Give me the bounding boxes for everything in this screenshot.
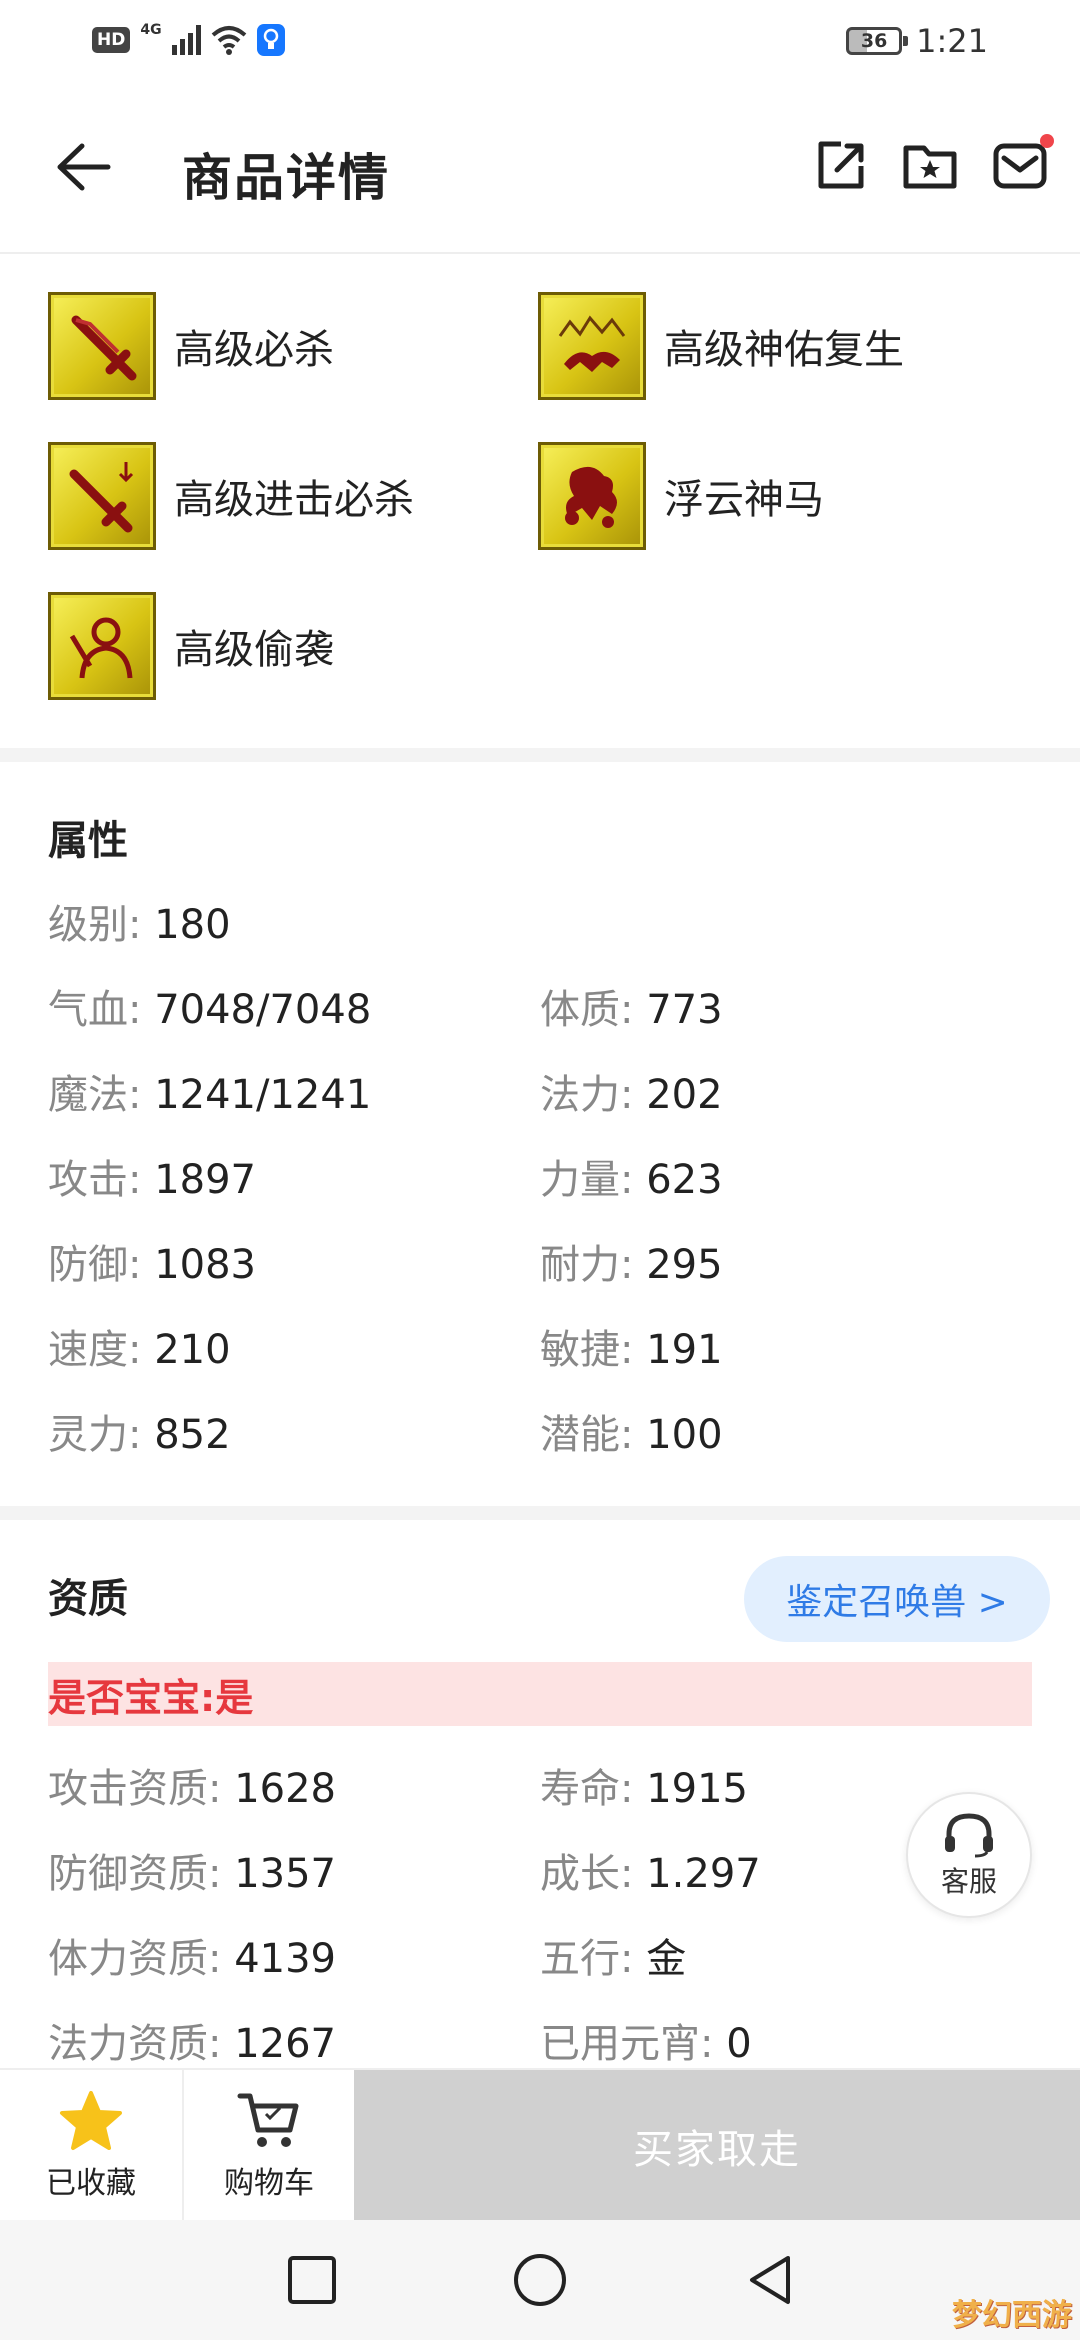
attr-strength: 力量: 623 [540,1157,723,1203]
attr-agility: 敏捷: 191 [540,1327,723,1373]
sword-icon [48,292,156,400]
network-type: 4G [140,22,162,38]
message-icon[interactable] [992,138,1048,194]
cloud-horse-icon [538,442,646,550]
favorite-label: 已收藏 [46,2166,136,2201]
bulb-icon [256,24,285,56]
customer-service-button[interactable]: 客服 [906,1792,1032,1918]
favorite-button[interactable]: 已收藏 [0,2070,184,2222]
attr-growth: 成长: 1.297 [540,1851,761,1897]
attr-level: 级别: 180 [48,902,231,948]
attr-magic-aptitude: 法力资质: 1267 [48,2021,336,2067]
attr-spirit: 灵力: 852 [48,1412,231,1458]
horse-mountain-icon [538,292,646,400]
page-title: 商品详情 [182,149,390,207]
cart-label: 购物车 [224,2166,314,2201]
skill-item[interactable]: 高级偷袭 [48,592,334,700]
headset-icon [945,1813,993,1858]
is-baby-row: 是否宝宝:是 [48,1662,1032,1726]
back-icon[interactable] [52,136,114,198]
skill-name: 高级神佑复生 [664,327,904,373]
wifi-icon [211,26,246,55]
attr-element: 五行: 金 [540,1936,687,1982]
attr-constitution: 体质: 773 [540,987,723,1033]
back-nav-button[interactable] [740,2250,800,2310]
attr-speed: 速度: 210 [48,1327,231,1373]
header: 商品详情 [0,86,1080,254]
favorite-folder-icon[interactable] [902,138,958,194]
attr-hp: 气血: 7048/7048 [48,987,372,1033]
attr-potential: 潜能: 100 [540,1412,723,1458]
notification-dot [1040,134,1054,148]
skill-item[interactable]: 高级神佑复生 [538,292,904,400]
attr-defense: 防御: 1083 [48,1242,256,1288]
bottom-action-bar: 已收藏 购物车 买家取走 [0,2068,1080,2222]
skill-name: 浮云神马 [664,477,824,523]
battery-icon: 36 [846,27,909,55]
skill-name: 高级偷袭 [174,627,334,673]
recents-button[interactable] [282,2250,342,2310]
skill-item[interactable]: 高级必杀 [48,292,334,400]
stealth-figure-icon [48,592,156,700]
attr-endurance: 耐力: 295 [540,1242,723,1288]
attr-lifespan: 寿命: 1915 [540,1766,748,1812]
section-divider [0,748,1080,762]
attr-attack: 攻击: 1897 [48,1157,256,1203]
signal-icon [171,25,201,55]
buy-button[interactable]: 买家取走 [354,2070,1080,2222]
identify-pet-button[interactable]: 鉴定召唤兽 > [744,1556,1050,1642]
star-icon [60,2091,122,2150]
attr-lantern-used: 已用元宵: 0 [540,2021,752,2067]
skill-name: 高级必杀 [174,327,334,373]
status-left: HD 4G [92,22,285,56]
home-button[interactable] [510,2250,570,2310]
attributes-title: 属性 [48,818,128,864]
cart-icon [237,2093,299,2147]
skill-item[interactable]: 浮云神马 [538,442,824,550]
attr-magic: 法力: 202 [540,1072,723,1118]
watermark-logo: 梦幻西游 [952,2298,1072,2333]
attr-attack-aptitude: 攻击资质: 1628 [48,1766,336,1812]
skill-name: 高级进击必杀 [174,477,414,523]
attr-stamina-aptitude: 体力资质: 4139 [48,1936,336,1982]
cart-button[interactable]: 购物车 [184,2070,354,2222]
attr-mp: 魔法: 1241/1241 [48,1072,372,1118]
skills-grid: 高级必杀 高级神佑复生 高级进击必杀 浮云神马 高级偷袭 [0,256,1080,748]
status-right: 36 1:21 [846,22,988,60]
skill-item[interactable]: 高级进击必杀 [48,442,414,550]
customer-service-label: 客服 [940,1865,997,1898]
hd-badge: HD [92,27,131,53]
system-nav-bar: 梦幻西游 [0,2220,1080,2340]
aptitude-title: 资质 [48,1576,128,1622]
share-icon[interactable] [813,138,869,194]
section-divider [0,1506,1080,1520]
status-bar: HD 4G 36 1:21 [0,0,1080,86]
sword-arrow-icon [48,442,156,550]
clock: 1:21 [916,22,988,60]
attr-defense-aptitude: 防御资质: 1357 [48,1851,336,1897]
